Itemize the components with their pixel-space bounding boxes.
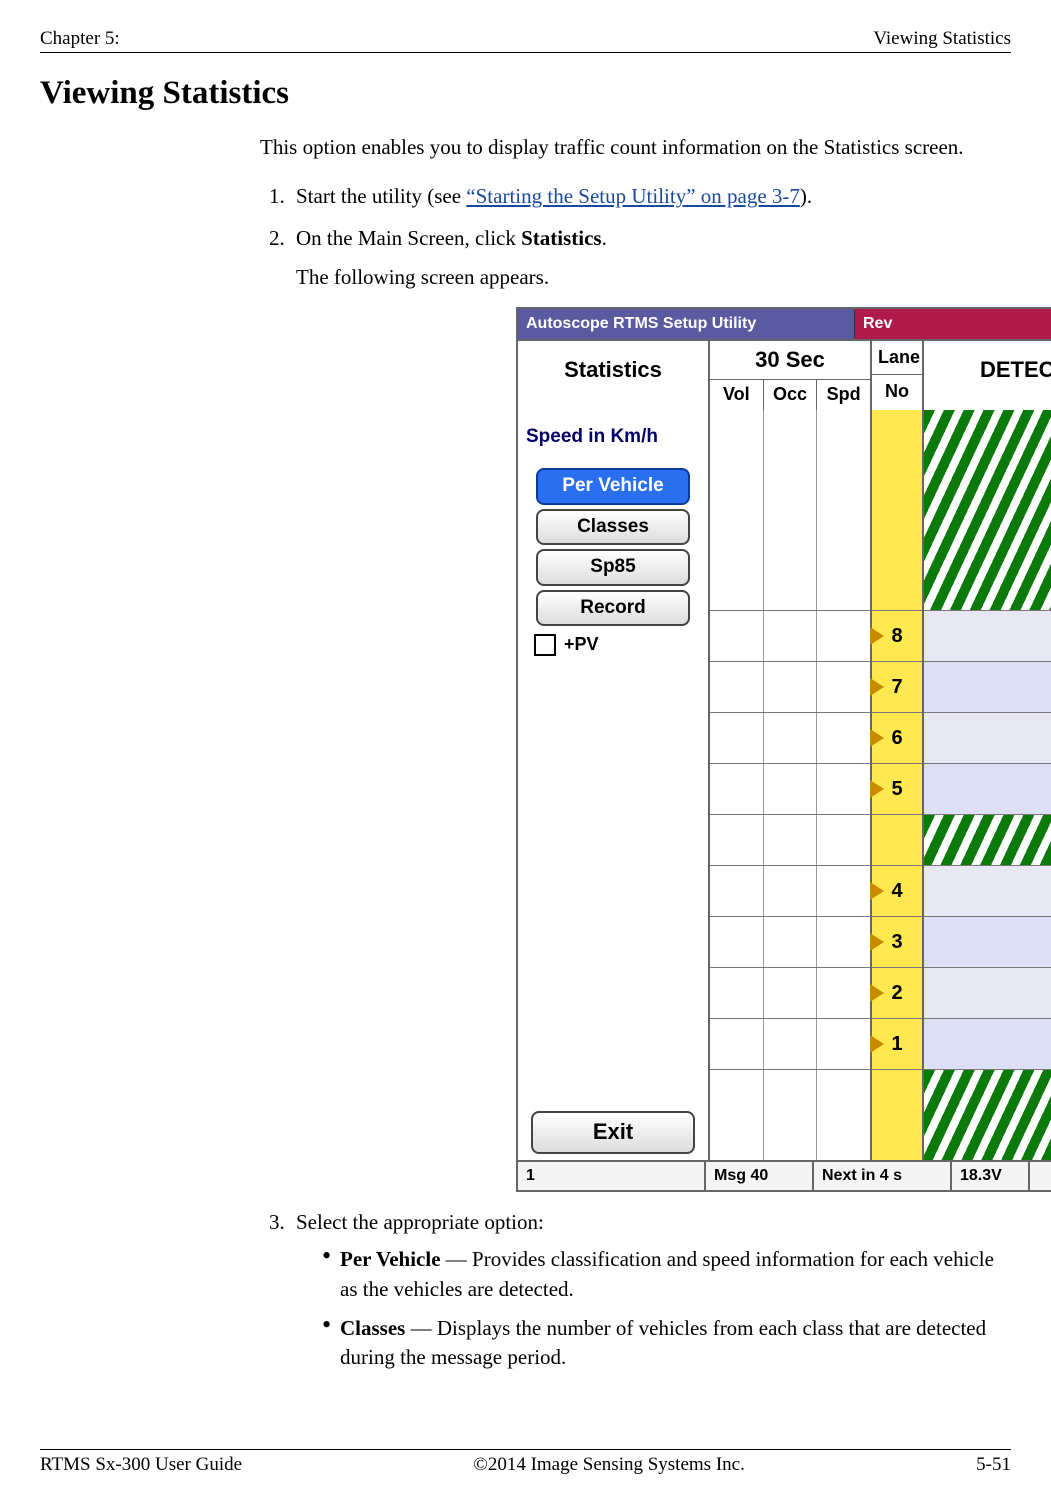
- pv-checkbox-row[interactable]: +PV: [534, 632, 692, 657]
- bullet-classes: Classes — Displays the number of vehicle…: [322, 1314, 1011, 1373]
- header-vol: Vol: [710, 380, 764, 409]
- header-no: No: [872, 374, 922, 408]
- section-title: Viewing Statistics: [40, 75, 1011, 112]
- per-vehicle-button[interactable]: Per Vehicle: [536, 468, 690, 505]
- footer-center: ©2014 Image Sensing Systems Inc.: [473, 1454, 744, 1476]
- bullet-per-vehicle: Per Vehicle — Provides classification an…: [322, 1245, 1011, 1304]
- footer-right: 5-51: [976, 1454, 1011, 1476]
- status-msg: Msg 40: [706, 1162, 814, 1190]
- step-3: Select the appropriate option: Per Vehic…: [290, 1208, 1011, 1373]
- titlebar-title: Autoscope RTMS Setup Utility: [518, 309, 855, 339]
- map-cell: [924, 866, 1051, 917]
- header-statistics: Statistics: [518, 341, 708, 400]
- lane-marker-icon: [870, 882, 884, 900]
- lane-cell: 2: [872, 968, 922, 1019]
- status-voltage: 18.3V: [952, 1162, 1030, 1190]
- grid-header: Statistics 30 Sec Vol Occ Spd Lane No: [518, 339, 1051, 410]
- titlebar: Autoscope RTMS Setup Utility Rev _ □ ×: [518, 309, 1051, 339]
- exit-button[interactable]: Exit: [531, 1111, 695, 1154]
- lane-cell: 4: [872, 866, 922, 917]
- titlebar-rev: Rev: [855, 309, 1051, 339]
- status-id: 1: [518, 1162, 706, 1190]
- record-button[interactable]: Record: [536, 590, 690, 627]
- lane-marker-icon: [870, 729, 884, 747]
- lane-marker-icon: [870, 678, 884, 696]
- map-cell: [924, 662, 1051, 713]
- sp85-button[interactable]: Sp85: [536, 549, 690, 586]
- header-left: Chapter 5:: [40, 28, 120, 50]
- app-window: Autoscope RTMS Setup Utility Rev _ □ × S…: [516, 307, 1051, 1192]
- status-next: Next in 4 s: [814, 1162, 952, 1190]
- lane-cell: 8: [872, 611, 922, 662]
- lane-cell: 1: [872, 1019, 922, 1070]
- header-lane: Lane: [872, 341, 922, 374]
- header-spd: Spd: [817, 380, 870, 409]
- header-period: 30 Sec: [710, 341, 870, 380]
- detection-map: [924, 410, 1051, 1160]
- lane-marker-icon: [870, 984, 884, 1002]
- page-footer: RTMS Sx-300 User Guide ©2014 Image Sensi…: [40, 1449, 1011, 1476]
- lane-cell: [872, 1070, 922, 1160]
- classes-button[interactable]: Classes: [536, 509, 690, 546]
- map-cell: [924, 611, 1051, 662]
- lane-cell: 7: [872, 662, 922, 713]
- step-1: Start the utility (see “Starting the Set…: [290, 182, 1011, 211]
- lane-column: 8 7 6 5 4 3 2 1: [872, 410, 924, 1160]
- pv-checkbox[interactable]: [534, 634, 556, 656]
- lane-cell: 3: [872, 917, 922, 968]
- lane-marker-icon: [870, 933, 884, 951]
- left-panel: Speed in Km/h Per Vehicle Classes Sp85 R…: [518, 410, 710, 1160]
- lane-cell: 5: [872, 764, 922, 815]
- steps-list: Start the utility (see “Starting the Set…: [260, 182, 1011, 1373]
- map-cell: [924, 1019, 1051, 1070]
- data-grid: [710, 410, 872, 1160]
- map-cell: [924, 713, 1051, 764]
- map-cell: [924, 815, 1051, 866]
- xref-starting-setup-utility[interactable]: “Starting the Setup Utility” on page 3-7: [466, 184, 800, 208]
- lane-marker-icon: [870, 1035, 884, 1053]
- header-occ: Occ: [764, 380, 818, 409]
- page-header: Chapter 5: Viewing Statistics: [40, 28, 1011, 53]
- map-cell: [924, 968, 1051, 1019]
- lane-cell: [872, 410, 922, 611]
- map-cell: [924, 1070, 1051, 1160]
- status-mode: DEMO MODE: [1030, 1162, 1051, 1190]
- pv-label: +PV: [564, 632, 599, 657]
- lane-marker-icon: [870, 780, 884, 798]
- intro-paragraph: This option enables you to display traff…: [260, 133, 1011, 161]
- header-right: Viewing Statistics: [873, 28, 1011, 50]
- step-2: On the Main Screen, click Statistics. Th…: [290, 224, 1011, 1192]
- lane-marker-icon: [870, 627, 884, 645]
- map-cell: [924, 764, 1051, 815]
- map-cell: [924, 410, 1051, 611]
- step-2-sub: The following screen appears.: [296, 263, 1011, 292]
- status-bar: 1 Msg 40 Next in 4 s 18.3V DEMO MODE: [518, 1160, 1051, 1190]
- map-cell: [924, 917, 1051, 968]
- speed-label: Speed in Km/h: [526, 424, 700, 451]
- lane-cell: 6: [872, 713, 922, 764]
- lane-cell: [872, 815, 922, 866]
- header-detection-map: DETECTION MAP: [924, 341, 1051, 400]
- footer-left: RTMS Sx-300 User Guide: [40, 1454, 242, 1476]
